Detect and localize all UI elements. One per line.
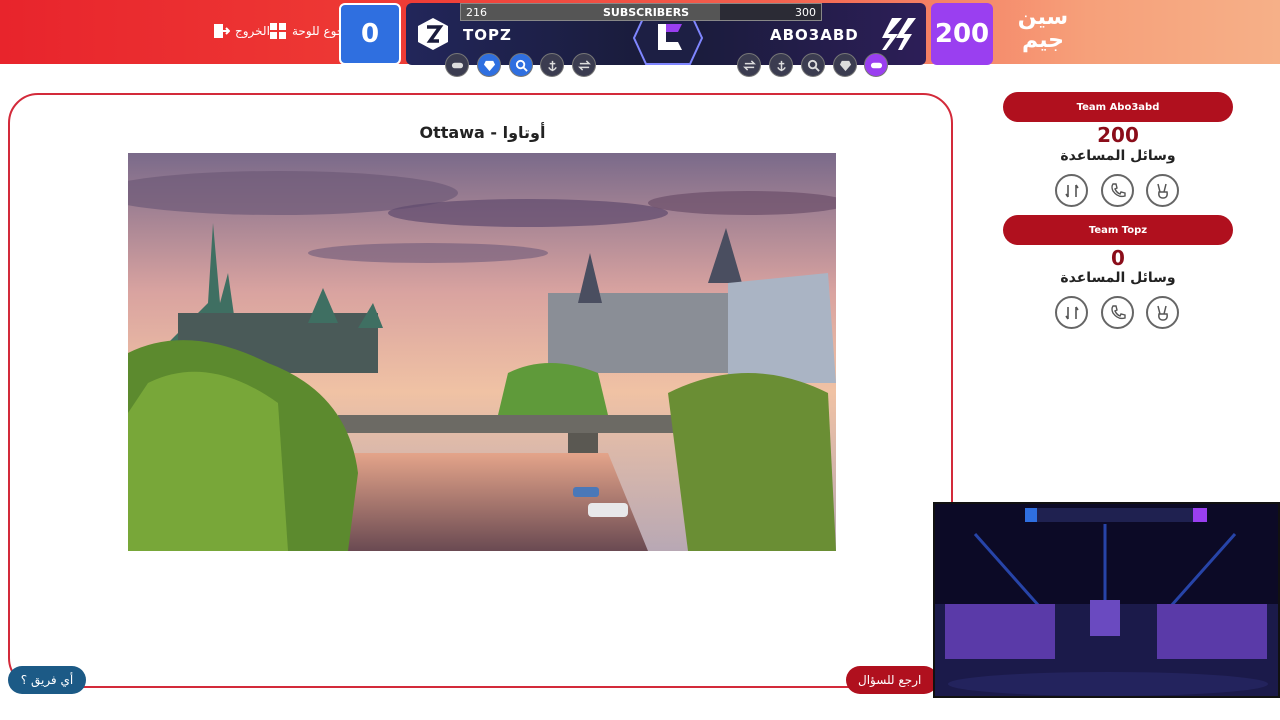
magnifier-icon <box>807 59 820 72</box>
right-powerup-swap[interactable] <box>737 53 761 77</box>
phone-icon <box>1110 182 1126 197</box>
brand-line-1: سين <box>1017 5 1069 30</box>
diamond-icon <box>839 60 851 71</box>
grid-icon <box>269 22 287 40</box>
exit-button[interactable]: الخروج <box>212 22 270 40</box>
exit-label: الخروج <box>235 24 270 38</box>
abo3abd-logo-icon <box>880 16 918 52</box>
swap-icon <box>577 59 591 71</box>
back-to-board-button[interactable]: رجوع للوحة <box>269 22 350 40</box>
aids-label-topz: وسائل المساعدة <box>1060 270 1176 286</box>
left-team-name: TOPZ <box>463 26 512 44</box>
team-score-abo3abd: 200 <box>1097 123 1139 147</box>
subscribers-label: SUBSCRIBERS <box>603 6 690 19</box>
subscribers-current: 216 <box>466 6 487 19</box>
left-powerup-gamepad[interactable] <box>445 53 469 77</box>
magnifier-icon <box>515 59 528 72</box>
question-image <box>128 153 836 551</box>
right-powerup-diamond[interactable] <box>833 53 857 77</box>
right-powerup-gamepad[interactable] <box>864 53 888 77</box>
subscribers-goal: 300 <box>795 6 816 19</box>
left-powerup-magnifier[interactable] <box>509 53 533 77</box>
right-team-name: ABO3ABD <box>770 26 859 44</box>
exit-icon <box>212 22 230 40</box>
aid-double-button[interactable] <box>1146 174 1179 207</box>
question-title: Ottawa - أوتاوا <box>419 123 546 142</box>
swap-icon <box>1064 306 1079 319</box>
right-powerup-anchor[interactable] <box>769 53 793 77</box>
right-powerup-magnifier[interactable] <box>801 53 825 77</box>
aid-double-button[interactable] <box>1146 296 1179 329</box>
subscribers-bar: 216 SUBSCRIBERS 300 <box>460 3 822 21</box>
team-score-topz: 0 <box>1111 246 1125 270</box>
left-team-score: 0 <box>339 3 401 65</box>
brand-line-2: جيم <box>1021 28 1065 53</box>
phone-icon <box>1110 304 1126 319</box>
aid-call-button[interactable] <box>1101 296 1134 329</box>
aid-swap-button[interactable] <box>1055 296 1088 329</box>
back-to-question-label: ارجع للسؤال <box>858 673 922 687</box>
peace-hand-icon <box>1156 183 1168 199</box>
which-team-button[interactable]: أي فريق ؟ <box>8 666 86 694</box>
left-powerup-anchor[interactable] <box>540 53 564 77</box>
team-pill-topz: Team Topz <box>1003 215 1233 245</box>
left-powerup-diamond[interactable] <box>477 53 501 77</box>
right-team-score: 200 <box>931 3 993 65</box>
anchor-icon <box>776 60 786 71</box>
aid-call-button[interactable] <box>1101 174 1134 207</box>
left-powerup-swap[interactable] <box>572 53 596 77</box>
swap-icon <box>1064 184 1079 197</box>
brand-logo: سين جيم <box>1012 6 1074 58</box>
webcam-overlay <box>933 502 1280 698</box>
aids-label-abo3abd: وسائل المساعدة <box>1060 148 1176 164</box>
diamond-icon <box>483 60 495 71</box>
gamepad-icon <box>451 62 463 68</box>
swap-icon <box>742 59 756 71</box>
aid-swap-button[interactable] <box>1055 174 1088 207</box>
peace-hand-icon <box>1156 305 1168 321</box>
team-pill-abo3abd: Team Abo3abd <box>1003 92 1233 122</box>
topz-logo-icon <box>415 16 451 52</box>
question-card: Ottawa - أوتاوا <box>8 93 953 688</box>
anchor-icon <box>547 60 557 71</box>
back-to-question-button[interactable]: ارجع للسؤال <box>846 666 938 694</box>
gamepad-icon <box>870 62 882 68</box>
